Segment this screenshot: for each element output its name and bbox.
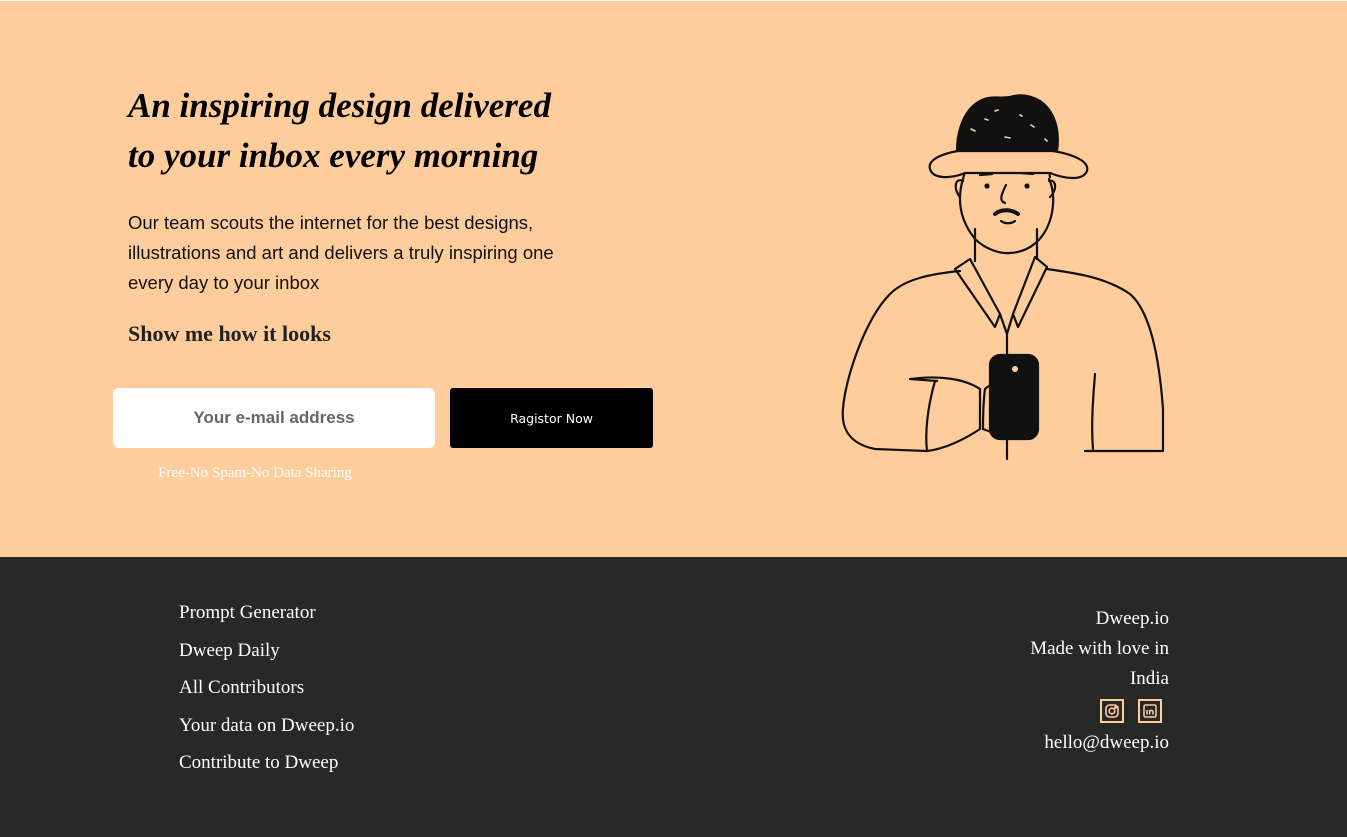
footer-link-prompt-generator[interactable]: Prompt Generator [179,602,316,623]
hero-title: An inspiring design delivered to your in… [128,81,588,181]
footer-link-contribute[interactable]: Contribute to Dweep [179,752,338,773]
made-with-love-text: Made with love in [1030,638,1169,659]
contact-email-link[interactable]: hello@dweep.io [989,728,1169,758]
show-me-link[interactable]: Show me how it looks [128,321,331,347]
email-input[interactable] [113,388,435,448]
hero-title-line-2: to your inbox every morning [128,136,539,175]
hero-description: Our team scouts the internet for the bes… [128,212,554,293]
register-button[interactable]: Ragistor Now [450,388,653,448]
footer-link-dweep-daily[interactable]: Dweep Daily [179,640,280,661]
footer-link-your-data[interactable]: Your data on Dweep.io [179,715,354,736]
social-links [989,696,1162,728]
no-spam-note: Free-No Spam-No Data Sharing [158,465,352,481]
linkedin-icon[interactable] [1138,699,1162,723]
footer-brand: Dweep.io [1095,608,1169,629]
country-text: India [1129,668,1169,689]
footer-info: Dweep.io Made with love in India hello@d… [989,604,1169,758]
footer: Prompt Generator Dweep Daily All Contrib… [0,557,1347,837]
hero-section: An inspiring design delivered to your in… [0,1,1347,557]
man-with-hat-holding-phone-illustration [841,94,1165,461]
footer-links: Prompt Generator Dweep Daily All Contrib… [179,599,354,787]
hero-title-line-1: An inspiring design delivered [128,86,551,125]
footer-link-all-contributors[interactable]: All Contributors [179,677,304,698]
instagram-icon[interactable] [1100,699,1124,723]
